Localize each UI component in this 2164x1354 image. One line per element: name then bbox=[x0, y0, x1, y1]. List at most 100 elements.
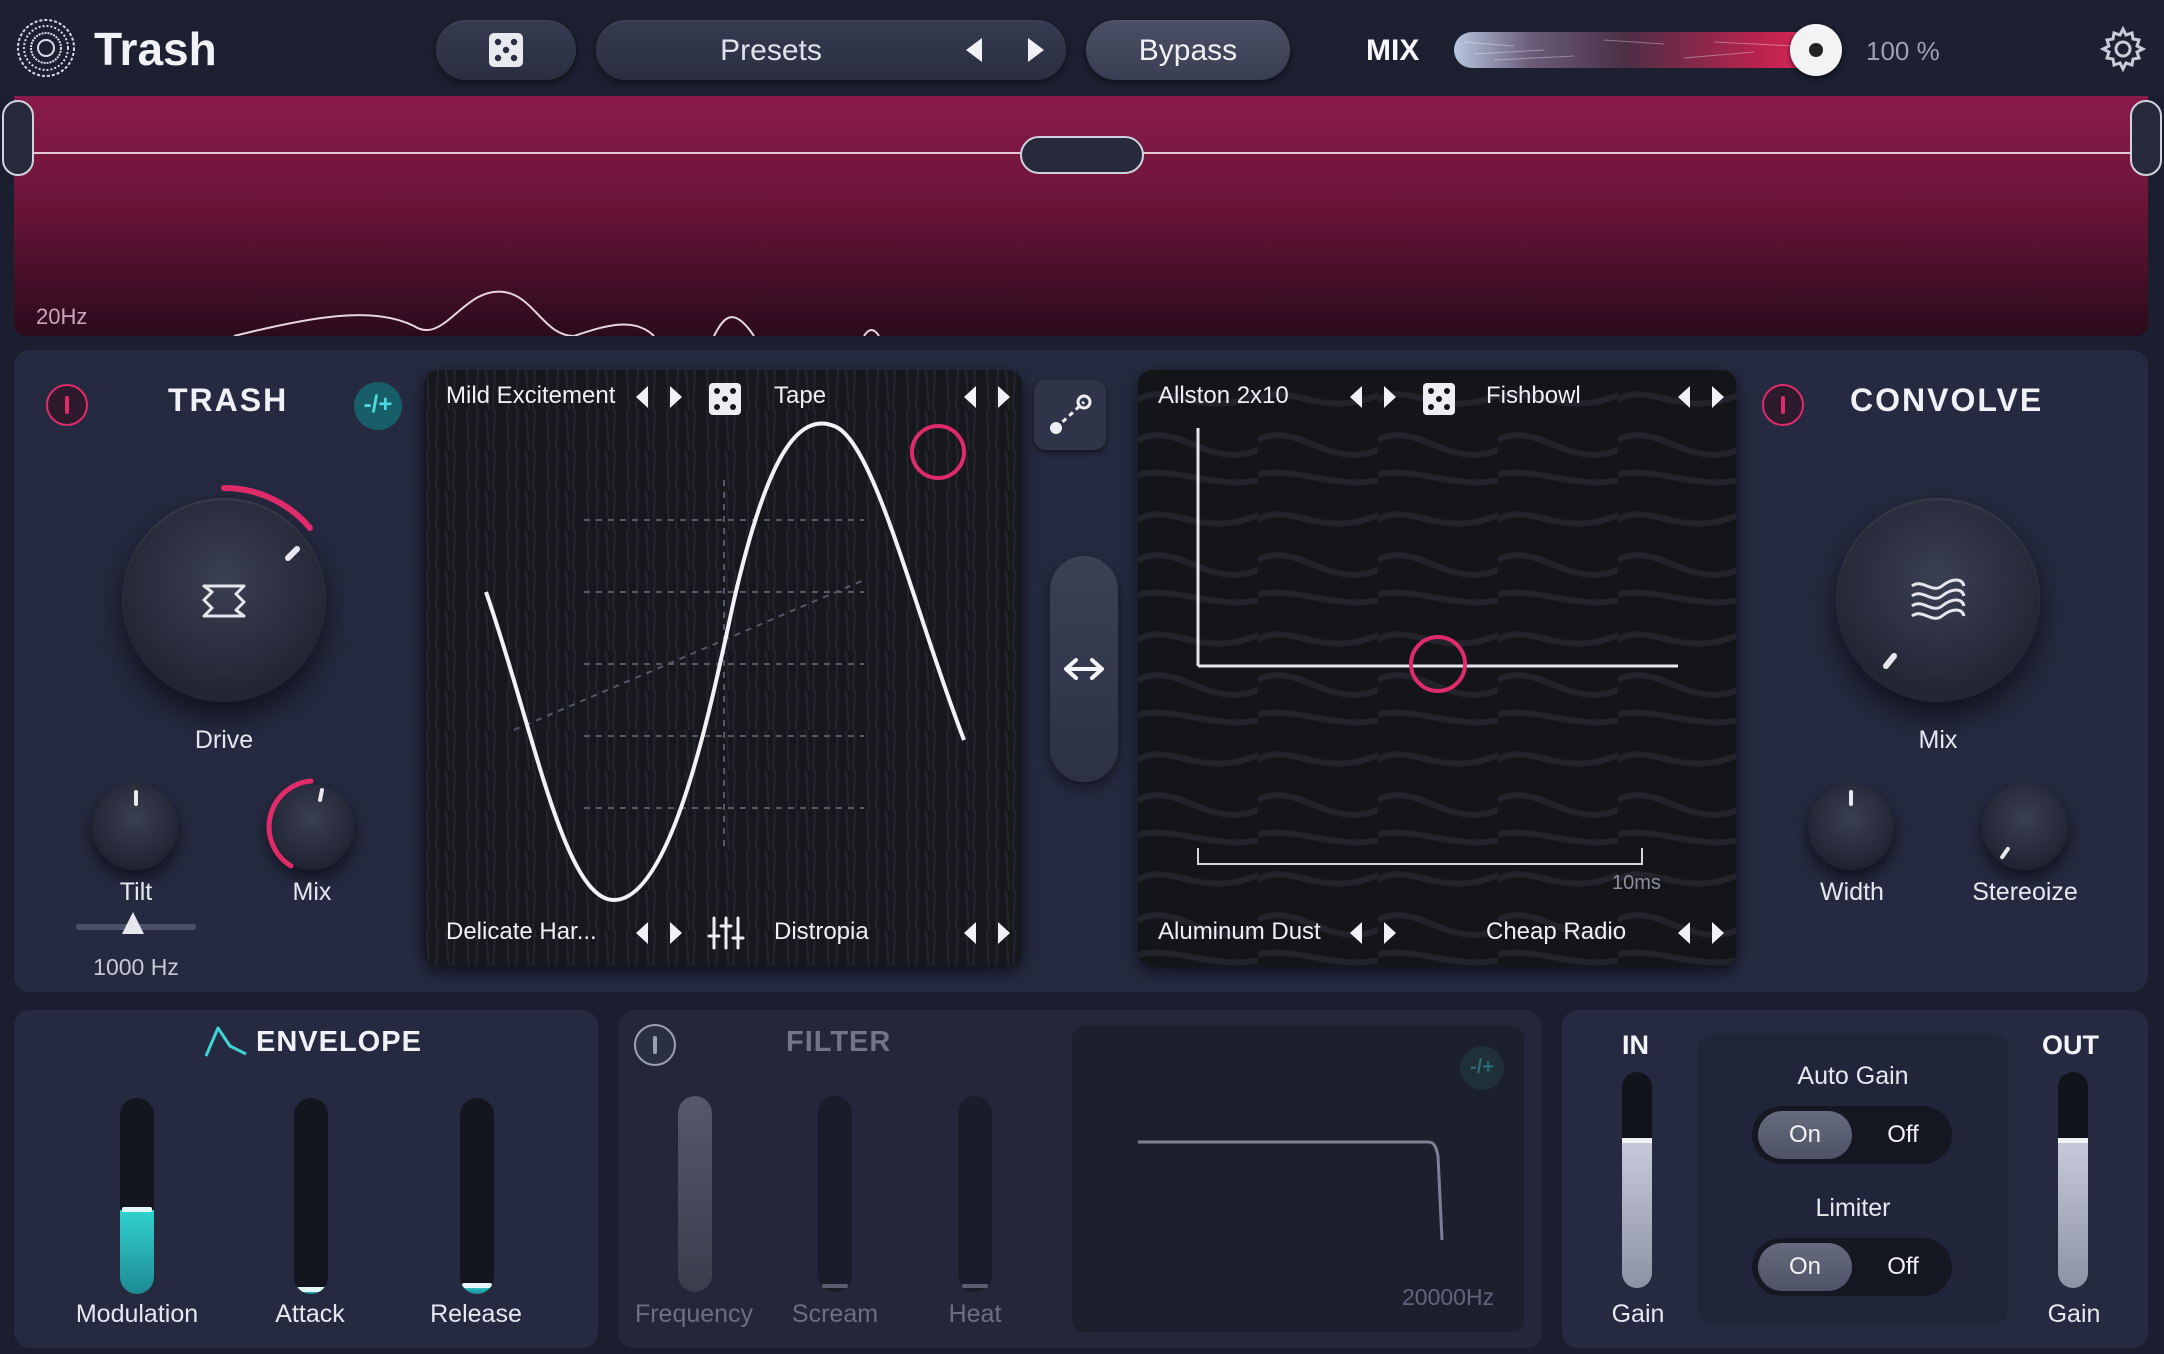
convolve-time-label: 10ms bbox=[1612, 872, 1661, 894]
attack-handle[interactable] bbox=[296, 1287, 326, 1292]
high-band-handle[interactable] bbox=[2130, 100, 2162, 176]
trash-xy-pad[interactable]: Mild Excitement Tape Delicate Har... Dis… bbox=[424, 370, 1022, 966]
trash-curve-display bbox=[424, 370, 1022, 966]
convolve-xy-pad[interactable]: Allston 2x10 Fishbowl 10ms Aluminum Dust… bbox=[1138, 370, 1736, 966]
trash-pad-top-right: Tape bbox=[774, 382, 827, 409]
release-slider[interactable] bbox=[460, 1098, 494, 1294]
output-title: OUT bbox=[2042, 1030, 2099, 1060]
trash-power-button[interactable] bbox=[46, 384, 88, 426]
frequency-slider[interactable] bbox=[678, 1096, 712, 1292]
convolve-title: CONVOLVE bbox=[1850, 382, 2044, 418]
envelope-icon bbox=[204, 1026, 247, 1057]
limiter-off-option[interactable]: Off bbox=[1860, 1243, 1946, 1291]
preset-prev-icon[interactable] bbox=[966, 38, 982, 62]
filter-invert-button[interactable]: -/+ bbox=[1460, 1046, 1504, 1090]
trash-tr-prev-icon[interactable] bbox=[964, 386, 976, 408]
trash-br-next-icon[interactable] bbox=[998, 922, 1010, 944]
input-gain-label: Gain bbox=[1611, 1300, 1665, 1328]
drive-label: Drive bbox=[194, 726, 254, 754]
modulation-label: Modulation bbox=[75, 1300, 199, 1328]
dice-icon[interactable] bbox=[708, 382, 742, 416]
heat-slider[interactable] bbox=[958, 1096, 992, 1292]
convolve-tr-next-icon[interactable] bbox=[1712, 386, 1724, 408]
output-gain-handle[interactable] bbox=[2058, 1138, 2088, 1143]
tilt-label: Tilt bbox=[119, 878, 153, 906]
convolve-bl-prev-icon[interactable] bbox=[1350, 922, 1362, 944]
trash-tl-next-icon[interactable] bbox=[670, 386, 682, 408]
input-gain-handle[interactable] bbox=[1622, 1138, 1652, 1143]
trash-mix-label: Mix bbox=[292, 878, 332, 906]
band-center-handle[interactable] bbox=[1020, 136, 1144, 174]
swap-pads-button[interactable] bbox=[1050, 556, 1118, 782]
global-mix-handle[interactable] bbox=[1790, 24, 1842, 76]
filter-frequency-readout: 20000Hz bbox=[1402, 1284, 1495, 1310]
limiter-label: Limiter bbox=[1815, 1194, 1891, 1222]
convolve-tr-prev-icon[interactable] bbox=[1678, 386, 1690, 408]
filter-graph[interactable]: -/+ 20000Hz bbox=[1072, 1026, 1524, 1332]
link-icon bbox=[1050, 394, 1092, 434]
trash-tl-prev-icon[interactable] bbox=[636, 386, 648, 408]
dice-icon[interactable] bbox=[1422, 382, 1456, 416]
trash-bl-next-icon[interactable] bbox=[670, 922, 682, 944]
low-frequency-label: 20Hz bbox=[36, 304, 88, 329]
convolve-br-prev-icon[interactable] bbox=[1678, 922, 1690, 944]
global-mix-slider[interactable] bbox=[1454, 32, 1834, 68]
tilt-frequency-handle[interactable] bbox=[122, 912, 144, 934]
presets-selector[interactable]: Presets bbox=[596, 20, 1066, 80]
preset-next-icon[interactable] bbox=[1028, 38, 1044, 62]
attack-label: Attack bbox=[275, 1300, 345, 1328]
trash-br-prev-icon[interactable] bbox=[964, 922, 976, 944]
low-band-handle[interactable] bbox=[2, 100, 34, 176]
modulation-handle[interactable] bbox=[122, 1207, 152, 1212]
output-gain-fill bbox=[2058, 1141, 2088, 1288]
width-knob-pointer bbox=[1849, 790, 1853, 806]
trash-mix-arc bbox=[266, 778, 324, 869]
release-handle[interactable] bbox=[462, 1283, 492, 1288]
convolve-pad-top-right: Fishbowl bbox=[1486, 382, 1581, 409]
frequency-label: Frequency bbox=[634, 1300, 754, 1328]
modulation-slider[interactable] bbox=[120, 1098, 154, 1294]
limiter-on-option[interactable]: On bbox=[1758, 1243, 1852, 1291]
convolve-tl-prev-icon[interactable] bbox=[1350, 386, 1362, 408]
link-pads-button[interactable] bbox=[1034, 380, 1106, 450]
auto-gain-toggle[interactable]: On Off bbox=[1752, 1106, 1952, 1164]
scream-slider[interactable] bbox=[818, 1096, 852, 1292]
bypass-button[interactable]: Bypass bbox=[1086, 20, 1290, 80]
trash-invert-button[interactable]: -/+ bbox=[354, 382, 402, 430]
spectrum-display[interactable] bbox=[14, 96, 2148, 336]
trash-tr-next-icon[interactable] bbox=[998, 386, 1010, 408]
convolve-bl-next-icon[interactable] bbox=[1384, 922, 1396, 944]
spectrum-trace bbox=[233, 290, 880, 336]
frequency-fill bbox=[678, 1096, 712, 1292]
filter-power-button[interactable] bbox=[634, 1024, 676, 1066]
modulation-fill bbox=[120, 1210, 154, 1294]
stereoize-knob[interactable] bbox=[1982, 784, 2068, 870]
release-label: Release bbox=[430, 1300, 522, 1328]
bypass-label: Bypass bbox=[1138, 34, 1238, 67]
eq-sliders-icon[interactable] bbox=[706, 916, 746, 950]
heat-handle[interactable] bbox=[962, 1284, 988, 1288]
scream-label: Scream bbox=[791, 1300, 879, 1328]
limiter-toggle[interactable]: On Off bbox=[1752, 1238, 1952, 1296]
auto-gain-on-option[interactable]: On bbox=[1758, 1111, 1852, 1159]
trash-pad-bottom-left: Delicate Har... bbox=[446, 918, 597, 945]
input-gain-fill bbox=[1622, 1141, 1652, 1288]
heat-label: Heat bbox=[948, 1300, 1002, 1328]
output-gain-label: Gain bbox=[2047, 1300, 2101, 1328]
convolve-pad-bottom-right: Cheap Radio bbox=[1486, 918, 1627, 945]
trash-bl-prev-icon[interactable] bbox=[636, 922, 648, 944]
scream-handle[interactable] bbox=[822, 1284, 848, 1288]
attack-slider[interactable] bbox=[294, 1098, 328, 1294]
convolve-mix-label: Mix bbox=[1918, 726, 1958, 754]
tilt-knob-pointer bbox=[134, 790, 138, 806]
input-gain-slider[interactable] bbox=[1622, 1072, 1652, 1288]
convolve-tl-next-icon[interactable] bbox=[1384, 386, 1396, 408]
gear-icon[interactable] bbox=[2099, 25, 2147, 73]
randomize-button[interactable] bbox=[436, 20, 576, 80]
wave-icon bbox=[1911, 578, 1966, 620]
auto-gain-off-option[interactable]: Off bbox=[1860, 1111, 1946, 1159]
convolve-power-button[interactable] bbox=[1762, 384, 1804, 426]
convolve-br-next-icon[interactable] bbox=[1712, 922, 1724, 944]
output-gain-slider[interactable] bbox=[2058, 1072, 2088, 1288]
dice-icon bbox=[489, 33, 523, 67]
